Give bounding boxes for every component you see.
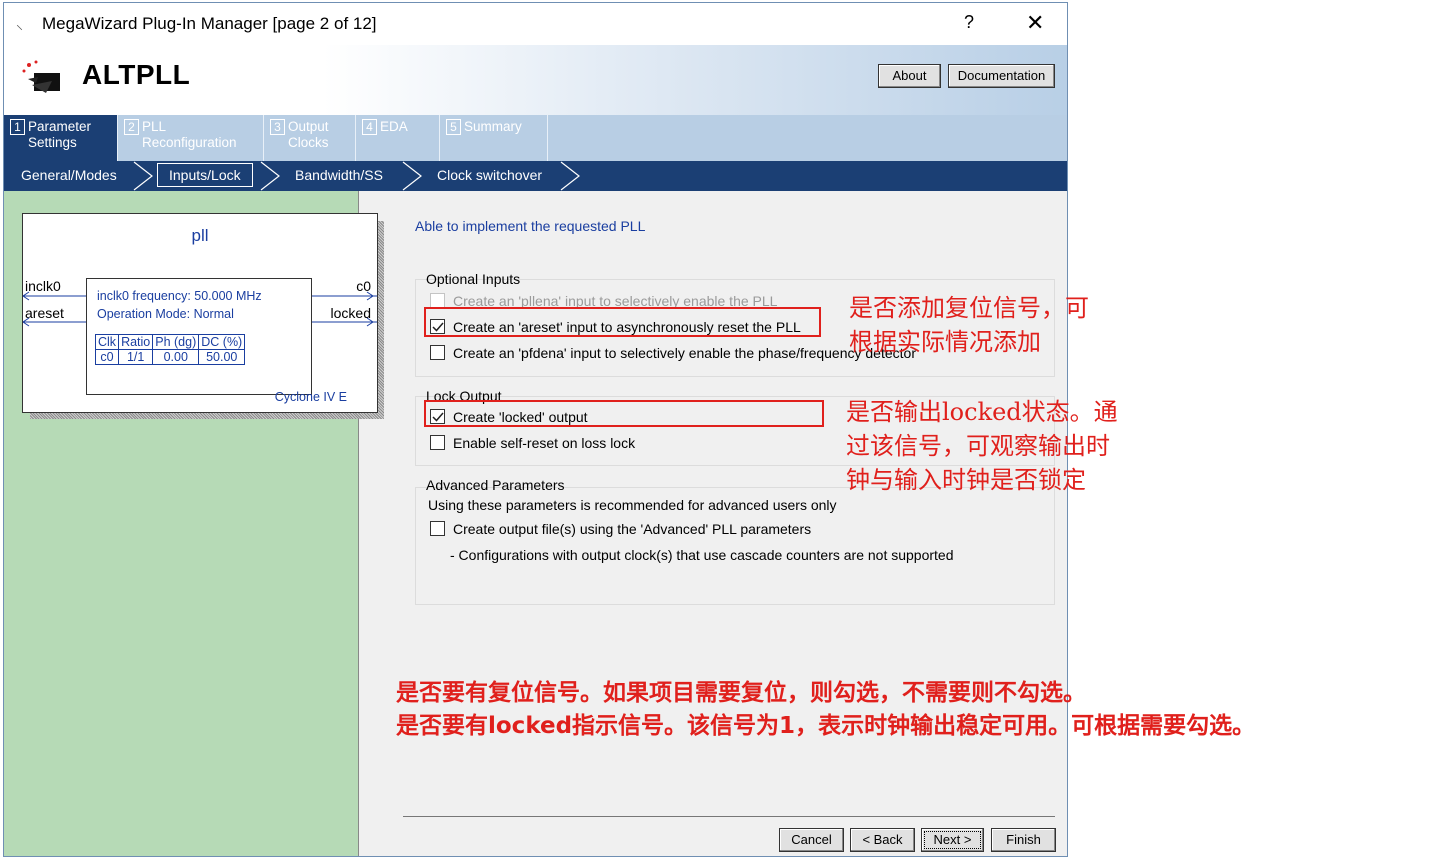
optional-inputs-label: Optional Inputs (426, 271, 521, 287)
advanced-subnote: - Configurations with output clock(s) th… (450, 547, 954, 563)
info-frequency: inclk0 frequency: 50.000 MHz (97, 289, 262, 303)
advanced-label: Advanced Parameters (426, 477, 565, 493)
chevron-right-icon (260, 161, 280, 191)
close-button[interactable]: ✕ (1026, 10, 1044, 36)
annotation-reset: 是否添加复位信号，可 根据实际情况添加 (849, 291, 1089, 359)
table-cell: 50.00 (198, 349, 246, 365)
self-reset-label: Enable self-reset on loss lock (453, 435, 636, 451)
tab-label: Output (288, 119, 329, 134)
annotation-locked: 是否输出locked状态。通 过该信号，可观察输出时 钟与输入时钟是否锁定 (846, 395, 1118, 497)
tab-eda[interactable]: 4 EDA (356, 115, 440, 161)
tab-number: 3 (270, 119, 285, 135)
subtab-general-modes[interactable]: General/Modes (21, 167, 117, 183)
wizard-logo-icon (20, 59, 66, 107)
tab-label-2: Clocks (288, 135, 329, 150)
annotation-line: 根据实际情况添加 (849, 328, 1041, 356)
finish-button[interactable]: Finish (991, 828, 1056, 852)
highlight-areset (424, 307, 821, 337)
pll-block-diagram: pll inclk0 areset c0 locked inclk0 frequ… (22, 213, 378, 413)
title-bar: ⸜ MegaWizard Plug-In Manager [page 2 of … (4, 3, 1067, 45)
tab-label-2: Settings (28, 135, 77, 150)
tab-number: 2 (124, 119, 139, 135)
status-message: Able to implement the requested PLL (415, 218, 646, 234)
tab-number: 1 (10, 119, 25, 135)
annotation-line: 是否输出locked状态。通 (846, 398, 1118, 426)
tab-number: 5 (446, 119, 461, 135)
annotation-summary: 是否要有复位信号。如果项目需要复位，则勾选，不需要则不勾选。 是否要有locke… (396, 677, 1255, 743)
tab-parameter-settings[interactable]: 1 Parameter Settings (4, 115, 118, 161)
advanced-checkbox[interactable] (430, 521, 445, 536)
tab-label-2: Reconfiguration (142, 135, 237, 150)
diagram-pane: pll inclk0 areset c0 locked inclk0 frequ… (4, 191, 384, 856)
table-cell: 1/1 (118, 349, 154, 365)
annotation-line: 钟与输入时钟是否锁定 (846, 466, 1086, 494)
header-banner: ALTPLL About Documentation (4, 45, 1067, 115)
tab-number: 4 (362, 119, 377, 135)
annotation-line: 是否要有locked指示信号。该信号为1，表示时钟输出稳定可用。可根据需要勾选。 (396, 713, 1256, 739)
tab-summary[interactable]: 5 Summary (440, 115, 548, 161)
footer-divider (403, 816, 1055, 817)
table-header: Ratio (118, 334, 154, 350)
table-cell: c0 (94, 349, 120, 365)
pll-core-box: inclk0 frequency: 50.000 MHz Operation M… (86, 278, 312, 395)
table-cell: 0.00 (152, 349, 200, 365)
cancel-button[interactable]: Cancel (779, 828, 844, 852)
help-button[interactable]: ? (964, 12, 974, 33)
documentation-button[interactable]: Documentation (948, 64, 1055, 88)
chevron-right-icon (560, 161, 580, 191)
back-button[interactable]: < Back (850, 828, 915, 852)
table-header: Clk (94, 334, 120, 350)
sub-tabs: General/Modes Inputs/Lock Bandwidth/SS C… (4, 161, 1067, 191)
highlight-locked (424, 400, 824, 427)
wand-icon: ⸜ (16, 16, 23, 32)
subtab-inputs-lock[interactable]: Inputs/Lock (157, 163, 253, 187)
annotation-line: 是否添加复位信号，可 (849, 294, 1089, 322)
info-mode: Operation Mode: Normal (97, 307, 234, 321)
annotation-line: 过该信号，可观察输出时 (846, 432, 1110, 460)
subtab-clock-switchover[interactable]: Clock switchover (437, 167, 542, 183)
window-title: MegaWizard Plug-In Manager [page 2 of 12… (42, 14, 377, 33)
app-name: ALTPLL (82, 59, 191, 90)
tab-label: PLL (142, 119, 167, 134)
subtab-bandwidth-ss[interactable]: Bandwidth/SS (295, 167, 383, 183)
table-header: Ph (dg) (152, 334, 200, 350)
table-header: DC (%) (198, 334, 246, 350)
pfdena-label: Create an 'pfdena' input to selectively … (453, 345, 916, 361)
about-button[interactable]: About (878, 64, 941, 88)
tab-pll-reconfiguration[interactable]: 2 PLL Reconfiguration (118, 115, 264, 161)
tab-label: EDA (380, 119, 408, 134)
tab-label: Summary (464, 119, 522, 134)
annotation-line: 是否要有复位信号。如果项目需要复位，则勾选，不需要则不勾选。 (396, 680, 1086, 706)
tab-output-clocks[interactable]: 3 Output Clocks (264, 115, 356, 161)
pllena-checkbox[interactable] (430, 293, 445, 308)
advanced-checkbox-label: Create output file(s) using the 'Advance… (453, 521, 812, 537)
page-tabs: 1 Parameter Settings 2 PLL Reconfiguration… (4, 115, 1067, 161)
next-button[interactable]: Next > (921, 828, 984, 852)
advanced-note: Using these parameters is recommended fo… (428, 497, 837, 513)
chevron-right-icon (402, 161, 422, 191)
clock-table: Clk Ratio Ph (dg) DC (%) c0 1/1 0.00 50.… (94, 334, 246, 365)
tab-label: Parameter (28, 119, 92, 134)
device-label: Cyclone IV E (274, 390, 347, 404)
self-reset-checkbox[interactable] (430, 435, 445, 450)
pfdena-checkbox[interactable] (430, 345, 445, 360)
chevron-right-icon (133, 161, 153, 191)
